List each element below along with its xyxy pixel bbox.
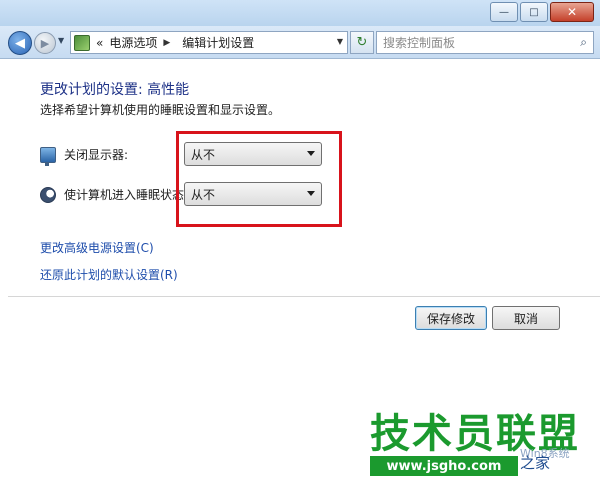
sleep-moon-icon — [40, 186, 56, 203]
breadcrumb-prefix[interactable]: « — [96, 36, 103, 50]
turn-off-display-text: 关闭显示器: — [64, 148, 129, 162]
save-changes-button[interactable]: 保存修改 — [415, 306, 487, 330]
address-bar[interactable]: « 电源选项 ▶ 编辑计划设置 ▼ — [70, 31, 348, 54]
breadcrumb-edit-plan-settings[interactable]: 编辑计划设置 — [182, 34, 254, 51]
minimize-button[interactable]: — — [490, 2, 518, 22]
forward-button[interactable]: ▶ — [34, 32, 56, 54]
divider — [8, 296, 600, 297]
monitor-icon — [40, 146, 56, 166]
highlight-annotation-box — [176, 131, 342, 227]
recent-pages-dropdown[interactable]: ▼ — [58, 36, 64, 45]
restore-defaults-link[interactable]: 还原此计划的默认设置(R) — [40, 266, 178, 283]
sleep-text: 使计算机进入睡眠状态: — [64, 188, 189, 202]
cancel-button[interactable]: 取消 — [492, 306, 560, 330]
watermark-site-suffix: 之家 — [520, 454, 551, 472]
control-panel-icon — [74, 34, 90, 51]
sleep-label: 使计算机进入睡眠状态: — [40, 186, 188, 203]
breadcrumb-separator-icon[interactable]: ▶ — [163, 38, 170, 48]
address-dropdown-icon[interactable]: ▼ — [337, 37, 343, 46]
navigation-bar: ◀ ▶ ▼ « 电源选项 ▶ 编辑计划设置 ▼ ↻ 搜索控制面板 ⌕ — [0, 26, 600, 59]
advanced-power-settings-link[interactable]: 更改高级电源设置(C) — [40, 239, 154, 256]
turn-off-display-label: 关闭显示器: — [40, 146, 129, 166]
refresh-button[interactable]: ↻ — [350, 31, 374, 54]
window-controls: — □ ✕ — [488, 2, 594, 22]
title-bar: — □ ✕ — [0, 0, 600, 26]
page-description: 选择希望计算机使用的睡眠设置和显示设置。 — [40, 103, 281, 117]
back-button[interactable]: ◀ — [8, 31, 32, 55]
power-options-window: — □ ✕ ◀ ▶ ▼ « 电源选项 ▶ 编辑计划设置 ▼ ↻ 搜索控制面板 ⌕… — [0, 0, 600, 479]
page-title: 更改计划的设置: 高性能 — [40, 82, 190, 98]
close-button[interactable]: ✕ — [550, 2, 594, 22]
breadcrumb-power-options[interactable]: 电源选项 — [109, 34, 157, 51]
search-box[interactable]: 搜索控制面板 ⌕ — [376, 31, 594, 54]
search-input[interactable]: 搜索控制面板 — [383, 34, 455, 51]
search-icon[interactable]: ⌕ — [580, 35, 587, 50]
watermark-url: www.jsgho.com — [370, 456, 518, 476]
maximize-button[interactable]: □ — [520, 2, 548, 22]
